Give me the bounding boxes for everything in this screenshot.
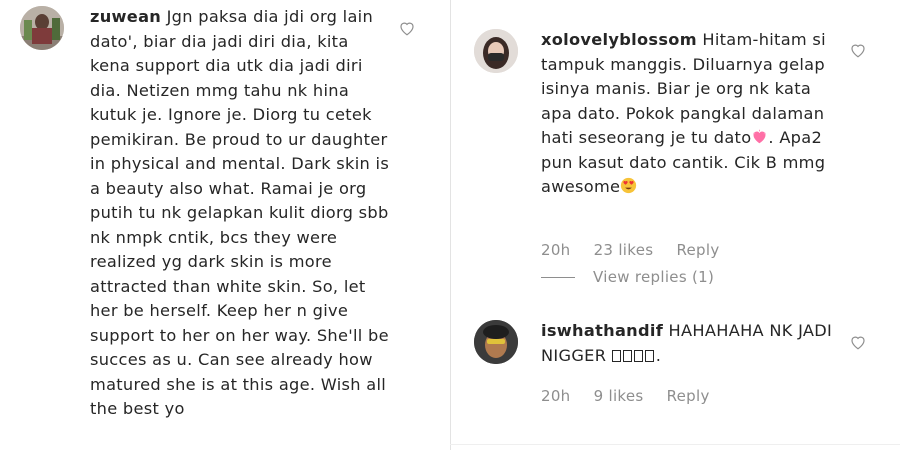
likes-count[interactable]: 9 likes bbox=[594, 387, 644, 405]
reply-button[interactable]: Reply bbox=[676, 241, 719, 259]
right-comments-panel: xolovelyblossom Hitam-hitam si tampuk ma… bbox=[450, 0, 900, 450]
reply-divider bbox=[541, 277, 575, 278]
comment-username[interactable]: xolovelyblossom bbox=[541, 30, 697, 49]
avatar-image bbox=[474, 29, 518, 73]
heart-outline-icon[interactable] bbox=[849, 333, 867, 351]
missing-glyphs bbox=[611, 346, 656, 365]
avatar[interactable] bbox=[474, 320, 518, 364]
heart-outline-icon[interactable] bbox=[849, 41, 867, 59]
avatar[interactable] bbox=[20, 6, 64, 50]
comment-text: zuwean Jgn paksa dia jdi org lain dato',… bbox=[90, 5, 390, 422]
divider bbox=[450, 444, 900, 445]
comment-body-end: . bbox=[655, 345, 662, 365]
avatar-image bbox=[474, 320, 518, 364]
likes-count[interactable]: 23 likes bbox=[594, 241, 654, 259]
avatar-image bbox=[20, 6, 64, 50]
comment-time: 20h bbox=[541, 387, 571, 405]
comment-text: iswhathandif HAHAHAHA NK JADI NIGGER . bbox=[541, 319, 841, 368]
avatar[interactable] bbox=[474, 29, 518, 73]
comment-body: Jgn paksa dia jdi org lain dato', biar d… bbox=[90, 7, 390, 418]
view-replies-row[interactable]: View replies (1) bbox=[541, 268, 732, 286]
comment-meta: 20h 23 likes Reply bbox=[541, 241, 738, 259]
heart-eyes-emoji bbox=[621, 177, 637, 194]
comment-username[interactable]: zuwean bbox=[90, 7, 161, 26]
comment-username[interactable]: iswhathandif bbox=[541, 321, 663, 340]
view-replies-button[interactable]: View replies (1) bbox=[593, 268, 714, 286]
reply-button[interactable]: Reply bbox=[667, 387, 710, 405]
comment-text: xolovelyblossom Hitam-hitam si tampuk ma… bbox=[541, 28, 831, 200]
left-comment-panel: zuwean Jgn paksa dia jdi org lain dato',… bbox=[0, 0, 448, 450]
heart-emoji bbox=[753, 129, 767, 144]
comment-time: 20h bbox=[541, 241, 571, 259]
heart-outline-icon[interactable] bbox=[398, 19, 416, 37]
comment-meta: 20h 9 likes Reply bbox=[541, 387, 728, 405]
